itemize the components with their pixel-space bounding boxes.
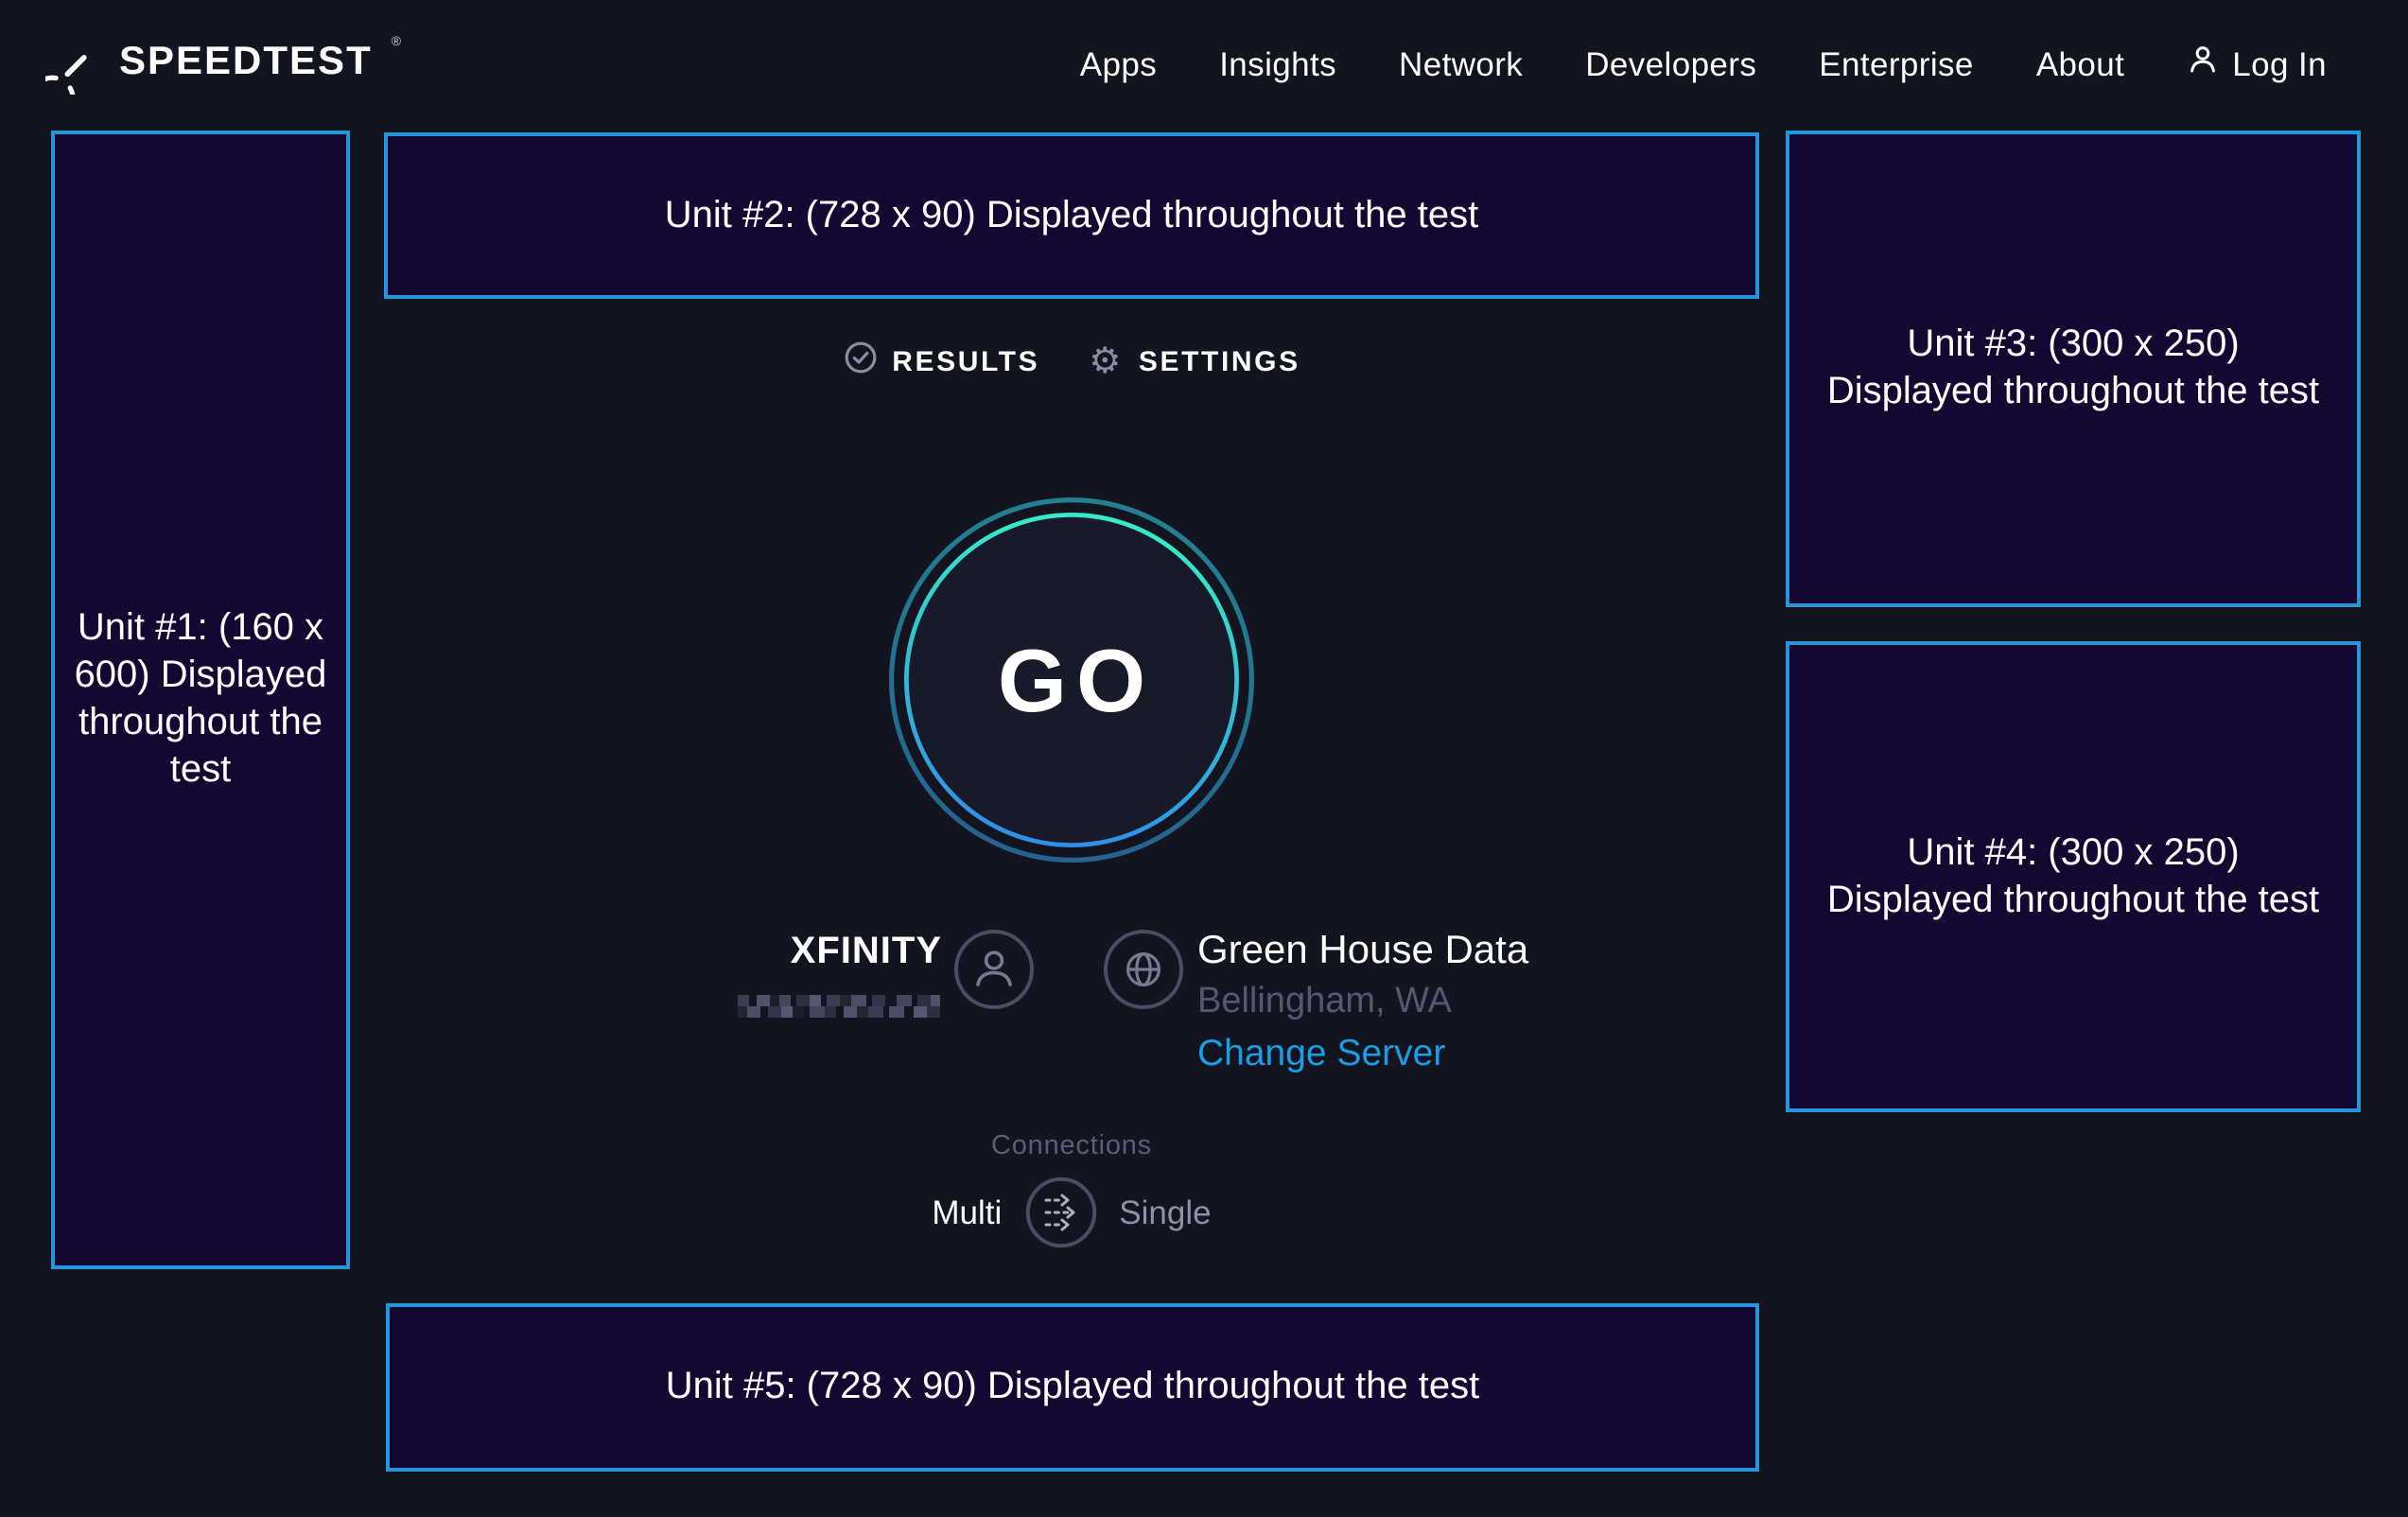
server-info: Green House Data Bellingham, WA Change S… <box>1197 927 1528 1080</box>
nav-item-apps[interactable]: Apps <box>1080 44 1157 84</box>
ad-unit-5[interactable]: Unit #5: (728 x 90) Displayed throughout… <box>386 1303 1759 1472</box>
login-button[interactable]: Log In <box>2187 44 2327 85</box>
tab-results-label: RESULTS <box>892 345 1039 377</box>
tab-settings[interactable]: ⚙ SETTINGS <box>1089 344 1300 378</box>
ad-unit-3-text: Unit #3: (300 x 250) Displayed throughou… <box>1823 322 2323 416</box>
nav-item-developers[interactable]: Developers <box>1585 44 1756 84</box>
top-nav-bar: SPEEDTEST ® Apps Insights Network Develo… <box>0 0 2408 129</box>
tab-results[interactable]: RESULTS <box>843 340 1039 382</box>
speedometer-icon <box>45 34 102 95</box>
ad-unit-2[interactable]: Unit #2: (728 x 90) Displayed throughout… <box>384 132 1759 299</box>
ad-unit-4-text: Unit #4: (300 x 250) Displayed throughou… <box>1823 829 2323 924</box>
connections-multi-option[interactable]: Multi <box>932 1193 1002 1232</box>
main-nav: Apps Insights Network Developers Enterpr… <box>1080 44 2327 85</box>
ad-unit-2-text: Unit #2: (728 x 90) Displayed throughout… <box>665 192 1479 239</box>
isp-user-icon <box>953 929 1035 1010</box>
ad-unit-1-text: Unit #1: (160 x 600) Displayed throughou… <box>74 605 327 794</box>
tab-settings-label: SETTINGS <box>1139 345 1300 377</box>
go-button-label: GO <box>988 628 1155 732</box>
trademark-symbol: ® <box>392 34 401 53</box>
isp-name[interactable]: XFINITY <box>711 931 942 974</box>
ad-unit-3[interactable]: Unit #3: (300 x 250) Displayed throughou… <box>1786 131 2361 607</box>
multi-connection-toggle-icon[interactable] <box>1024 1177 1096 1248</box>
nav-item-about[interactable]: About <box>2036 44 2124 84</box>
go-button[interactable]: GO <box>887 496 1256 864</box>
change-server-link[interactable]: Change Server <box>1197 1027 1528 1080</box>
logo-wordmark: SPEEDTEST <box>119 34 373 91</box>
speedtest-page: SPEEDTEST ® Apps Insights Network Develo… <box>0 0 2408 1517</box>
ad-unit-1[interactable]: Unit #1: (160 x 600) Displayed throughou… <box>51 131 350 1269</box>
nav-item-insights[interactable]: Insights <box>1219 44 1336 84</box>
nav-item-enterprise[interactable]: Enterprise <box>1819 44 1974 84</box>
connections-single-option[interactable]: Single <box>1119 1193 1211 1232</box>
nav-item-network[interactable]: Network <box>1399 44 1523 84</box>
server-location: Bellingham, WA <box>1197 976 1528 1027</box>
connections-label: Connections <box>384 1131 1759 1161</box>
ad-unit-5-text: Unit #5: (728 x 90) Displayed throughout… <box>666 1364 1480 1411</box>
speedtest-logo[interactable]: SPEEDTEST ® <box>45 34 401 95</box>
server-globe-icon <box>1103 929 1184 1010</box>
results-settings-tabs: RESULTS ⚙ SETTINGS <box>384 340 1759 382</box>
ad-unit-4[interactable]: Unit #4: (300 x 250) Displayed throughou… <box>1786 641 2361 1112</box>
server-name: Green House Data <box>1197 927 1528 976</box>
gear-icon: ⚙ <box>1089 344 1124 378</box>
login-label: Log In <box>2232 44 2327 84</box>
redacted-ip <box>738 995 940 1018</box>
user-icon <box>2187 44 2219 85</box>
connections-toggle: Multi Single <box>384 1175 1759 1250</box>
check-circle-icon <box>843 340 877 382</box>
